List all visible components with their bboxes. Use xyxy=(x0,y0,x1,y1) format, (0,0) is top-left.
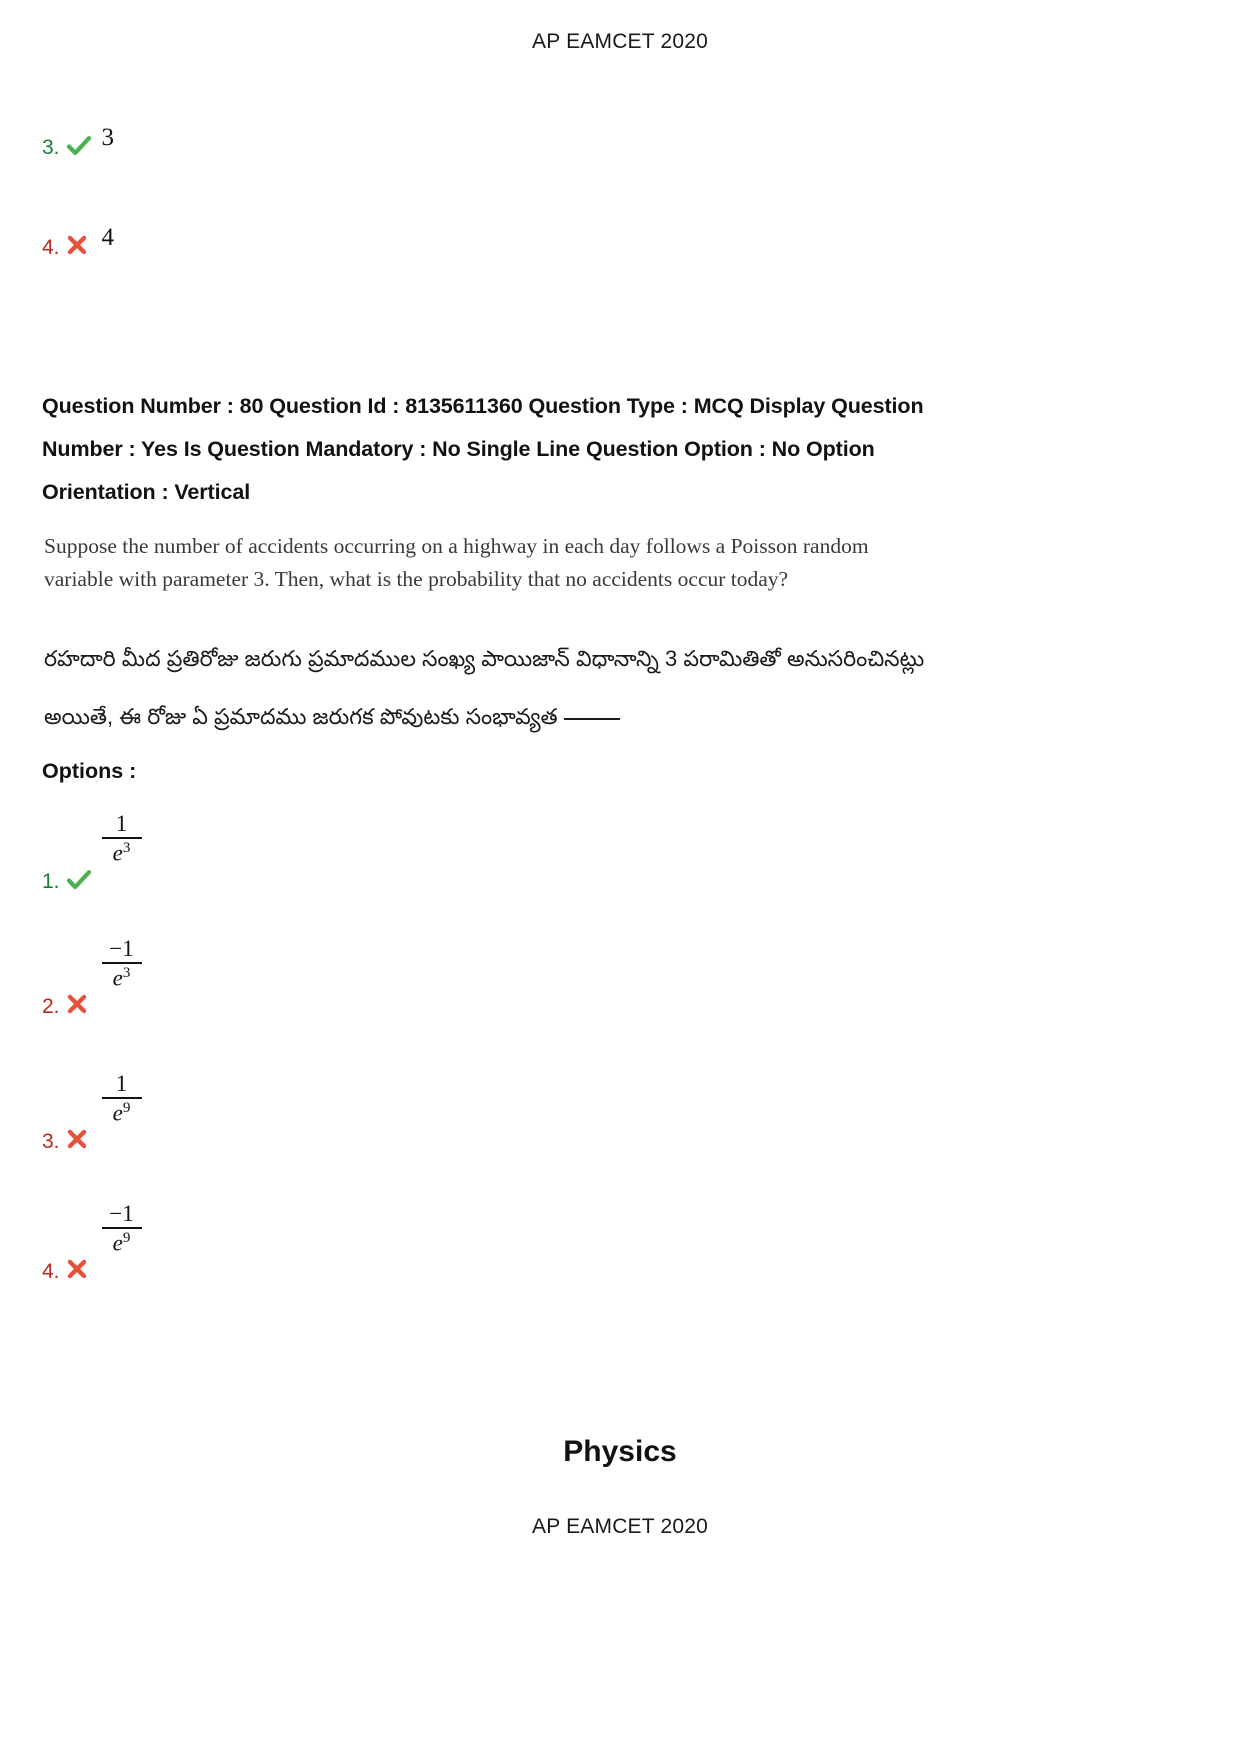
option-number: 3. xyxy=(42,136,60,159)
cross-icon xyxy=(66,1128,92,1152)
option-value: 1 e9 xyxy=(101,1071,142,1126)
option-value: −1 e9 xyxy=(101,1201,142,1256)
fraction-denominator-exponent: 3 xyxy=(122,840,131,857)
fraction-denominator: e3 xyxy=(108,964,136,991)
fraction-denominator: e9 xyxy=(108,1229,136,1256)
fraction-denominator: e3 xyxy=(108,839,136,866)
option-number: 4. xyxy=(42,1259,60,1283)
fraction: 1 e9 xyxy=(101,1071,142,1126)
check-icon xyxy=(66,868,92,892)
option-row-1: 1. 1 e3 xyxy=(42,811,142,893)
option-number: 3. xyxy=(42,1129,60,1153)
cross-icon xyxy=(66,1258,92,1282)
option-number: 1. xyxy=(42,869,60,893)
fraction-denominator-exponent: 9 xyxy=(122,1100,131,1117)
page-header-title: AP EAMCET 2020 xyxy=(532,30,708,53)
previous-option-row-3: 3. 3 xyxy=(42,125,114,159)
exam-answer-key-page: AP EAMCET 2020 3. 3 4. 4 Question Number… xyxy=(0,0,1240,1755)
fraction-numerator: 1 xyxy=(115,1071,128,1096)
fraction: 1 e3 xyxy=(101,811,142,866)
option-number: 2. xyxy=(42,994,60,1018)
fraction-denominator-base: e xyxy=(112,1100,123,1126)
option-row-2: 2. −1 e3 xyxy=(42,936,142,1018)
section-title: Physics xyxy=(563,1435,677,1468)
fraction: −1 e9 xyxy=(101,1201,142,1256)
fraction-denominator: e9 xyxy=(108,1099,136,1126)
check-icon xyxy=(66,134,92,158)
option-row-4: 4. −1 e9 xyxy=(42,1201,142,1283)
question-meta-line-3: Orientation : Vertical xyxy=(42,480,251,504)
option-value: 3 xyxy=(101,124,115,151)
answer-blank xyxy=(563,718,620,720)
option-value: −1 e3 xyxy=(101,936,142,991)
page-footer-title: AP EAMCET 2020 xyxy=(532,1515,708,1538)
fraction-denominator-exponent: 3 xyxy=(122,965,131,982)
question-body-english-line-2: variable with parameter 3. Then, what is… xyxy=(44,567,789,591)
option-value: 1 e3 xyxy=(101,811,142,866)
question-body-telugu-line-1: రహదారి మీద ప్రతిరోజు జరుగు ప్రమాదముల సంఖ… xyxy=(44,646,925,671)
question-body-telugu-line-2-wrapper: అయితే, ఈ రోజు ఏ ప్రమాదము జరుగక పోవుటకు స… xyxy=(44,688,994,746)
fraction-denominator-base: e xyxy=(112,965,123,991)
fraction: −1 e3 xyxy=(101,936,142,991)
fraction-numerator: 1 xyxy=(115,811,128,836)
option-number: 4. xyxy=(42,236,60,259)
cross-icon xyxy=(66,234,92,258)
options-label: Options : xyxy=(42,759,137,783)
fraction-denominator-base: e xyxy=(112,840,123,866)
previous-option-row-4: 4. 4 xyxy=(42,225,114,259)
fraction-numerator: −1 xyxy=(109,1201,134,1226)
question-meta-line-1: Question Number : 80 Question Id : 81356… xyxy=(42,394,924,418)
option-value: 4 xyxy=(101,224,115,251)
question-body-english-line-1: Suppose the number of accidents occurrin… xyxy=(44,534,869,558)
option-row-3: 3. 1 e9 xyxy=(42,1071,142,1153)
cross-icon xyxy=(66,993,92,1017)
fraction-denominator-base: e xyxy=(112,1230,123,1256)
fraction-denominator-exponent: 9 xyxy=(122,1230,131,1247)
question-meta-line-2: Number : Yes Is Question Mandatory : No … xyxy=(42,437,875,461)
fraction-numerator: −1 xyxy=(109,936,134,961)
question-body-telugu-line-2: అయితే, ఈ రోజు ఏ ప్రమాదము జరుగక పోవుటకు స… xyxy=(44,704,558,729)
